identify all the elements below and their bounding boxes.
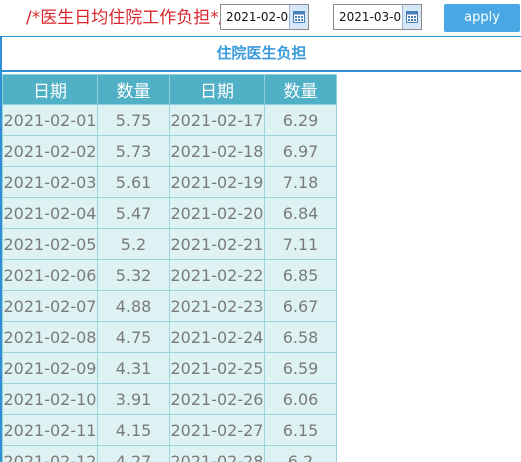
cell-count: 5.73 bbox=[97, 135, 170, 167]
cell-count: 4.75 bbox=[97, 321, 170, 353]
table-row: 2021-02-06 5.32 2021-02-22 6.85 bbox=[2, 259, 337, 291]
cell-count: 6.67 bbox=[264, 290, 337, 322]
cell-date: 2021-02-12 bbox=[2, 445, 98, 462]
cell-date: 2021-02-25 bbox=[169, 352, 265, 384]
cell-date: 2021-02-20 bbox=[169, 197, 265, 229]
table-row: 2021-02-07 4.88 2021-02-23 6.67 bbox=[2, 290, 337, 322]
cell-date: 2021-02-19 bbox=[169, 166, 265, 198]
cell-date: 2021-02-26 bbox=[169, 383, 265, 415]
column-header-date: 日期 bbox=[169, 74, 265, 105]
cell-date: 2021-02-02 bbox=[2, 135, 98, 167]
apply-button[interactable]: apply bbox=[444, 4, 520, 32]
end-date-value: 2021-03-01 bbox=[339, 10, 409, 24]
table-row: 2021-02-12 4.27 2021-02-28 6.2 bbox=[2, 445, 337, 462]
cell-date: 2021-02-01 bbox=[2, 104, 98, 136]
report-panel: 住院医生负担 日期 数量 日期 数量 2021-02-01 5.75 2021-02… bbox=[0, 36, 521, 462]
cell-count: 6.29 bbox=[264, 104, 337, 136]
cell-count: 6.2 bbox=[264, 445, 337, 462]
report-page: /*医生日均住院工作负担*/ 2021-02-01 2021-03-01 app… bbox=[0, 0, 521, 462]
cell-date: 2021-02-22 bbox=[169, 259, 265, 291]
cell-count: 6.85 bbox=[264, 259, 337, 291]
cell-count: 7.11 bbox=[264, 228, 337, 260]
cell-count: 4.88 bbox=[97, 290, 170, 322]
table-row: 2021-02-02 5.73 2021-02-18 6.97 bbox=[2, 135, 337, 167]
column-header-count: 数量 bbox=[97, 74, 170, 105]
end-date-field[interactable]: 2021-03-01 bbox=[333, 4, 422, 30]
cell-count: 6.59 bbox=[264, 352, 337, 384]
cell-count: 6.84 bbox=[264, 197, 337, 229]
start-date-field[interactable]: 2021-02-01 bbox=[220, 4, 309, 30]
cell-date: 2021-02-10 bbox=[2, 383, 98, 415]
table-row: 2021-02-08 4.75 2021-02-24 6.58 bbox=[2, 321, 337, 353]
cell-date: 2021-02-04 bbox=[2, 197, 98, 229]
start-date-value: 2021-02-01 bbox=[226, 10, 296, 24]
cell-count: 4.27 bbox=[97, 445, 170, 462]
cell-date: 2021-02-27 bbox=[169, 414, 265, 446]
cell-count: 6.97 bbox=[264, 135, 337, 167]
table-row: 2021-02-03 5.61 2021-02-19 7.18 bbox=[2, 166, 337, 198]
data-table: 日期 数量 日期 数量 2021-02-01 5.75 2021-02-17 6.29… bbox=[2, 74, 337, 462]
table-row: 2021-02-09 4.31 2021-02-25 6.59 bbox=[2, 352, 337, 384]
cell-count: 5.61 bbox=[97, 166, 170, 198]
table-row: 2021-02-04 5.47 2021-02-20 6.84 bbox=[2, 197, 337, 229]
cell-date: 2021-02-08 bbox=[2, 321, 98, 353]
query-title: /*医生日均住院工作负担*/ bbox=[26, 8, 225, 28]
panel-title: 住院医生负担 bbox=[2, 36, 521, 72]
column-header-count: 数量 bbox=[264, 74, 337, 105]
cell-date: 2021-02-28 bbox=[169, 445, 265, 462]
calendar-icon bbox=[406, 11, 418, 23]
table-row: 2021-02-11 4.15 2021-02-27 6.15 bbox=[2, 414, 337, 446]
cell-count: 3.91 bbox=[97, 383, 170, 415]
cell-count: 4.31 bbox=[97, 352, 170, 384]
cell-count: 5.47 bbox=[97, 197, 170, 229]
cell-date: 2021-02-21 bbox=[169, 228, 265, 260]
column-header-date: 日期 bbox=[2, 74, 98, 105]
cell-count: 7.18 bbox=[264, 166, 337, 198]
cell-count: 5.32 bbox=[97, 259, 170, 291]
cell-count: 5.75 bbox=[97, 104, 170, 136]
table-row: 2021-02-10 3.91 2021-02-26 6.06 bbox=[2, 383, 337, 415]
cell-count: 6.58 bbox=[264, 321, 337, 353]
start-date-calendar-button[interactable] bbox=[289, 5, 308, 29]
cell-count: 6.15 bbox=[264, 414, 337, 446]
cell-count: 5.2 bbox=[97, 228, 170, 260]
cell-date: 2021-02-23 bbox=[169, 290, 265, 322]
table-row: 2021-02-05 5.2 2021-02-21 7.11 bbox=[2, 228, 337, 260]
cell-date: 2021-02-17 bbox=[169, 104, 265, 136]
cell-date: 2021-02-11 bbox=[2, 414, 98, 446]
cell-count: 4.15 bbox=[97, 414, 170, 446]
table-header-row: 日期 数量 日期 数量 bbox=[2, 74, 337, 105]
cell-date: 2021-02-07 bbox=[2, 290, 98, 322]
toolbar: /*医生日均住院工作负担*/ 2021-02-01 2021-03-01 app… bbox=[0, 0, 521, 36]
cell-date: 2021-02-06 bbox=[2, 259, 98, 291]
end-date-calendar-button[interactable] bbox=[402, 5, 421, 29]
cell-count: 6.06 bbox=[264, 383, 337, 415]
cell-date: 2021-02-24 bbox=[169, 321, 265, 353]
calendar-icon bbox=[293, 11, 305, 23]
table-row: 2021-02-01 5.75 2021-02-17 6.29 bbox=[2, 104, 337, 136]
cell-date: 2021-02-03 bbox=[2, 166, 98, 198]
cell-date: 2021-02-05 bbox=[2, 228, 98, 260]
cell-date: 2021-02-18 bbox=[169, 135, 265, 167]
cell-date: 2021-02-09 bbox=[2, 352, 98, 384]
